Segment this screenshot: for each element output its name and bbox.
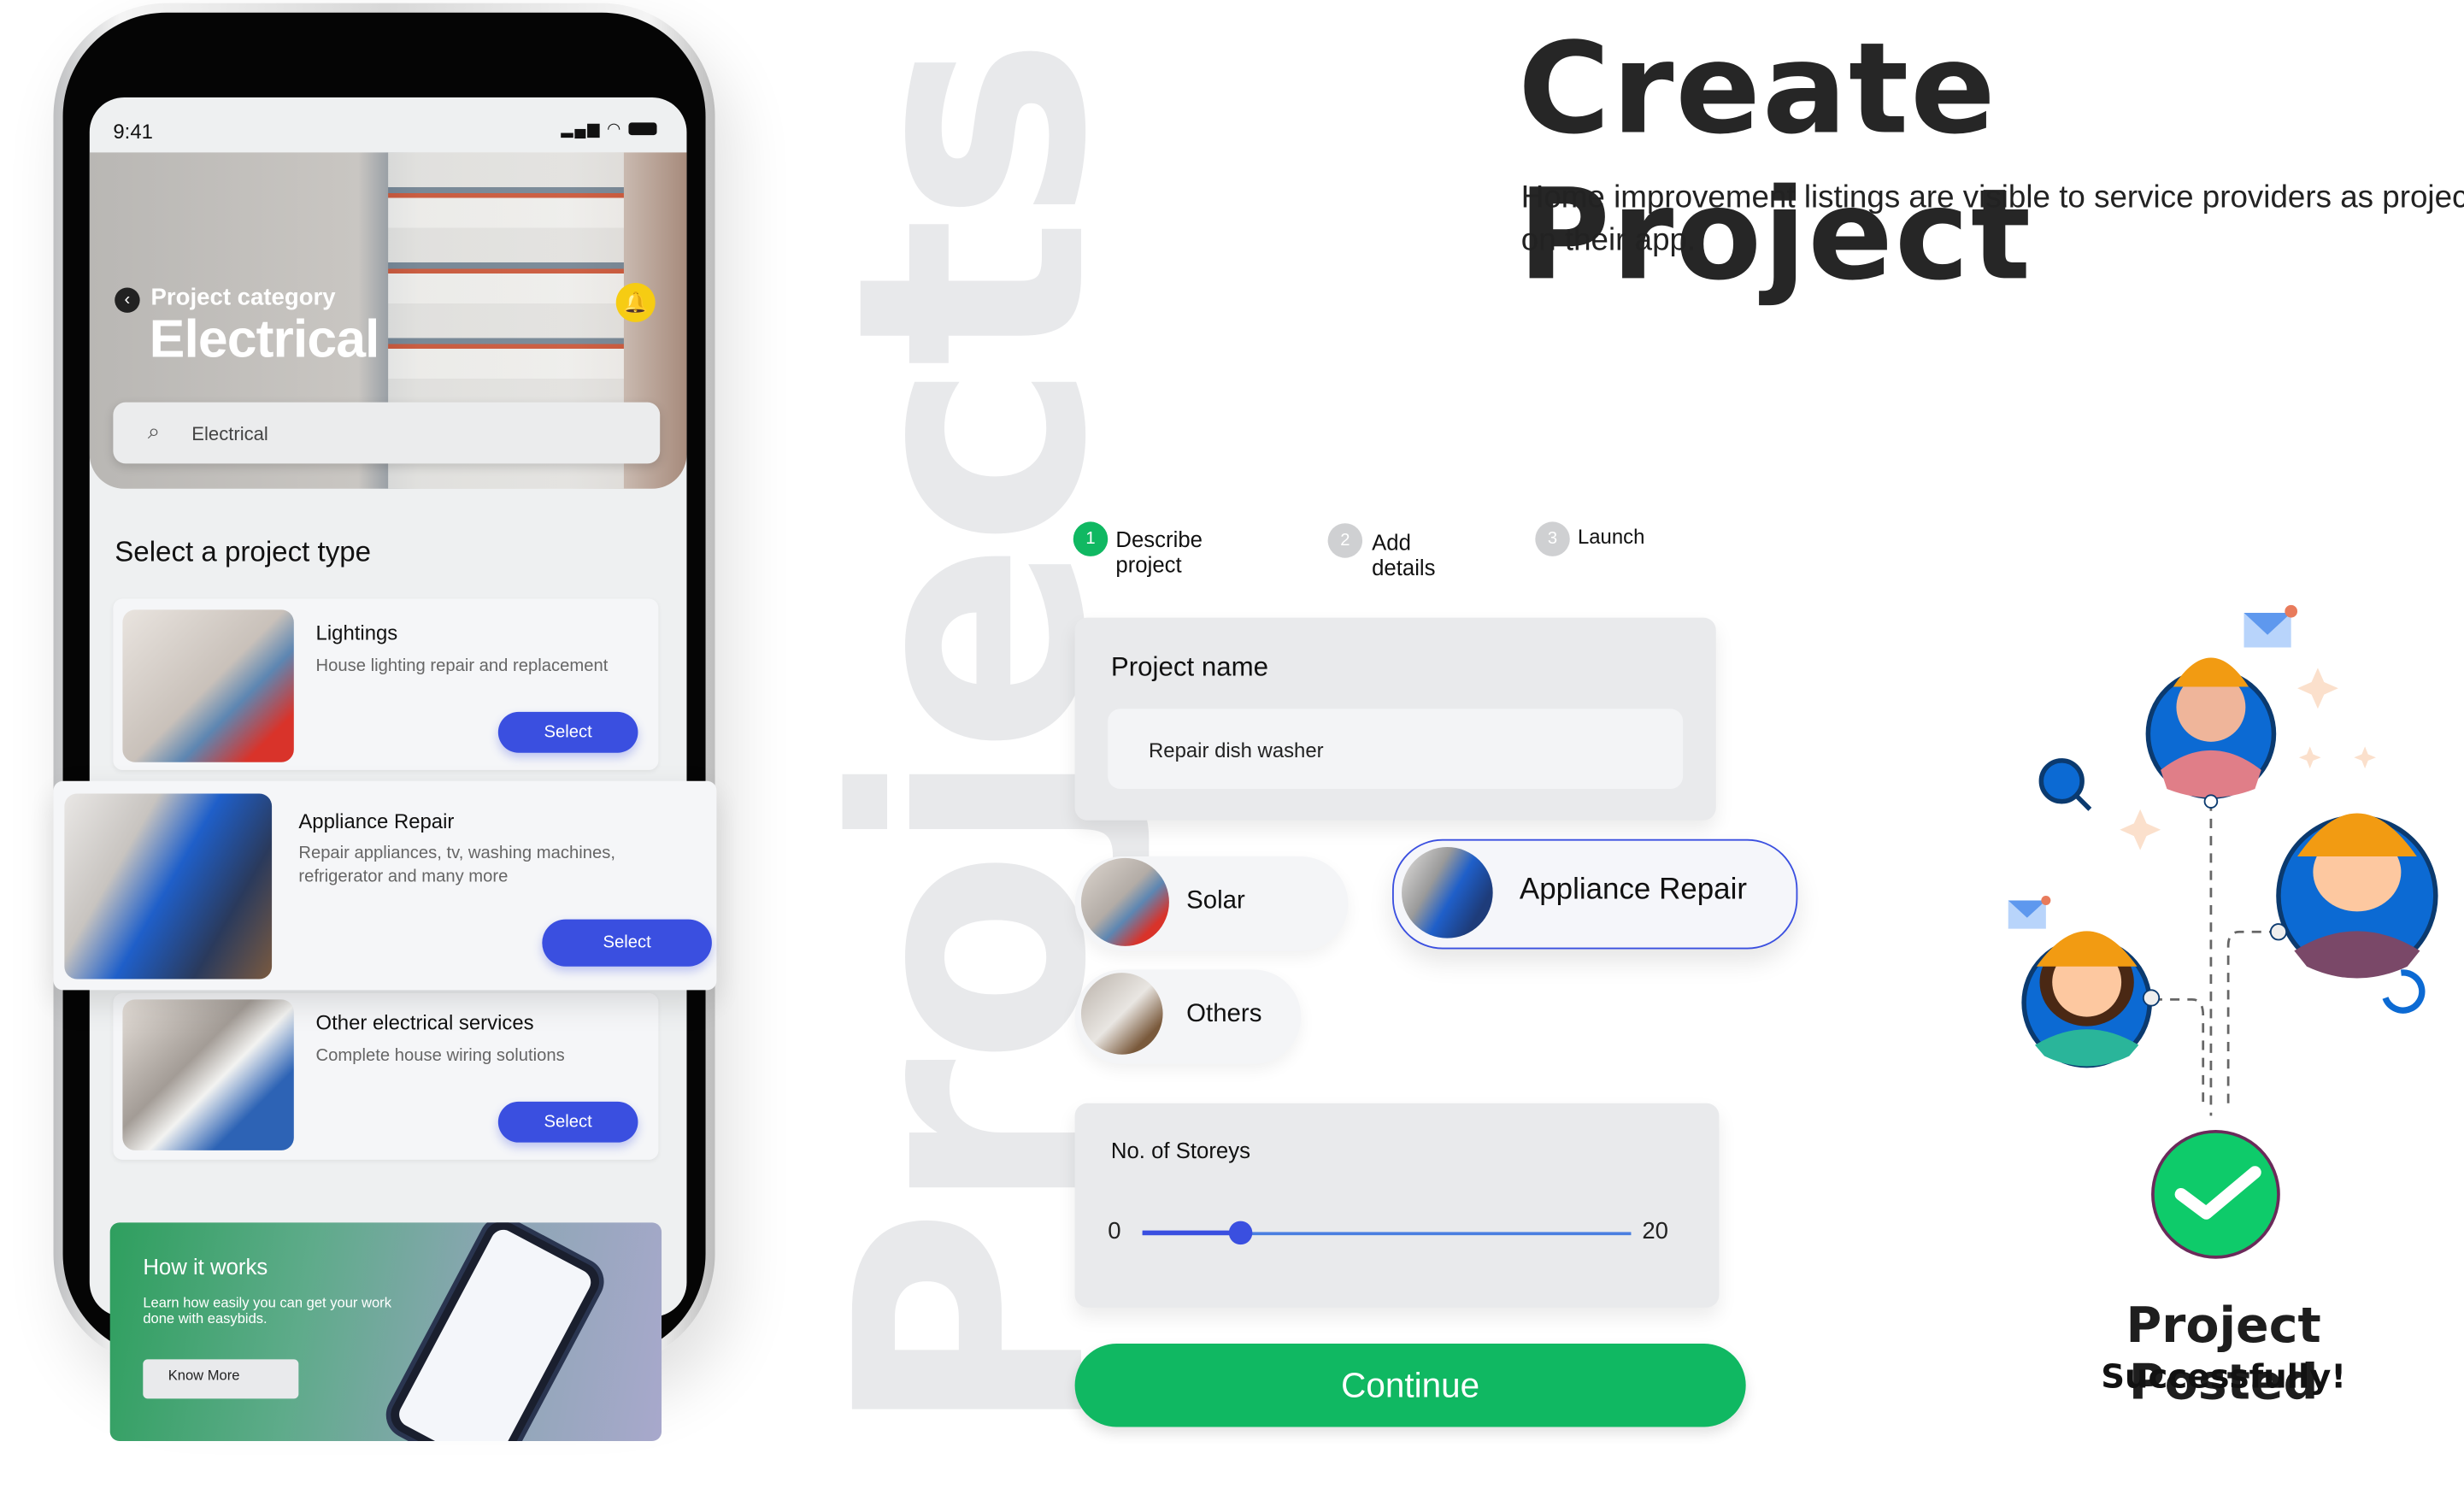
category-label: Others	[1186, 1001, 1262, 1028]
project-name-value: Repair dish washer	[1149, 738, 1324, 762]
project-type-card-selected[interactable]: Appliance Repair Repair appliances, tv, …	[53, 780, 717, 991]
storeys-slider-track[interactable]	[1142, 1221, 1632, 1245]
phone-in-hand-photo	[384, 1222, 606, 1441]
appliance-avatar	[1402, 847, 1493, 938]
how-it-works-banner: How it works Learn how easily you can ge…	[109, 1222, 662, 1441]
step-number: 2	[1327, 523, 1363, 558]
wifi-icon: ◠	[607, 121, 623, 138]
battery-icon	[628, 123, 657, 136]
card-description: Repair appliances, tv, washing machines,…	[298, 844, 615, 886]
category-label: Solar	[1186, 887, 1245, 915]
category-others[interactable]: Others	[1074, 969, 1302, 1064]
solar-avatar	[1080, 857, 1169, 946]
storeys-slider-thumb[interactable]	[1229, 1221, 1253, 1245]
category-name: Electrical	[149, 309, 380, 370]
phone-screen: 9:41 ▂▄▆ ◠ ‹ Project category Electrical…	[89, 97, 687, 1317]
category-label: Appliance Repair	[1519, 874, 1747, 907]
project-name-card: Project name Repair dish washer	[1074, 617, 1716, 821]
page-subtitle: Home improvement listings are visible to…	[1520, 180, 2464, 258]
continue-button[interactable]: Continue	[1074, 1344, 1746, 1427]
select-button[interactable]: Select	[542, 919, 712, 967]
step-label: Launch	[1577, 525, 1645, 549]
step-number: 1	[1073, 521, 1109, 556]
project-name-input[interactable]: Repair dish washer	[1108, 709, 1684, 789]
card-title: Appliance Repair	[298, 809, 455, 833]
step-label: Add details	[1372, 529, 1436, 580]
status-time: 9:41	[113, 119, 153, 144]
project-name-label: Project name	[1110, 652, 1269, 682]
others-avatar	[1080, 973, 1163, 1055]
know-more-button[interactable]: Know More	[143, 1359, 299, 1399]
worker-avatar-left	[2021, 931, 2161, 1068]
success-subtitle: Successfully!	[2101, 1357, 2347, 1396]
storeys-max: 20	[1642, 1217, 1669, 1245]
mail-icon	[2008, 896, 2051, 929]
worker-avatar-top	[2145, 657, 2277, 809]
appliance-repair-photo	[64, 793, 273, 980]
providers-illustration	[2008, 604, 2438, 1259]
signal-icon: ▂▄▆	[561, 121, 602, 138]
how-text: Learn how easily you can get your work d…	[143, 1295, 391, 1327]
mail-icon	[2243, 604, 2298, 648]
phone-mockup: 9:41 ▂▄▆ ◠ ‹ Project category Electrical…	[53, 3, 715, 1368]
status-icons: ▂▄▆ ◠	[561, 121, 657, 138]
back-icon[interactable]: ‹	[115, 287, 140, 313]
search-icon: ⌕	[147, 418, 161, 444]
step-label: Describe project	[1115, 526, 1203, 577]
card-title: Lightings	[315, 621, 398, 644]
page-title: Create Project	[1518, 15, 2033, 309]
bell-icon[interactable]: 🔔	[615, 282, 656, 322]
check-circle-icon	[2151, 1129, 2280, 1259]
connector-lines	[2152, 801, 2279, 1116]
category-appliance-repair[interactable]: Appliance Repair	[1391, 838, 1798, 950]
section-title: Select a project type	[115, 535, 372, 568]
category-label: Project category	[150, 284, 336, 312]
card-description: House lighting repair and replacement	[315, 656, 609, 676]
storeys-slider-fill	[1142, 1230, 1241, 1236]
hero-banner: ‹ Project category Electrical 🔔 ⌕ Electr…	[89, 152, 687, 489]
storeys-label: No. of Storeys	[1110, 1138, 1250, 1163]
search-input[interactable]: ⌕ Electrical	[113, 402, 661, 464]
worker-avatar-right	[2269, 813, 2438, 1014]
step-number: 3	[1535, 521, 1570, 556]
category-solar[interactable]: Solar	[1074, 856, 1349, 951]
storeys-card: No. of Storeys 0 20	[1074, 1103, 1720, 1308]
magnifier-icon	[2038, 758, 2092, 811]
search-value: Electrical	[191, 422, 268, 445]
storeys-min: 0	[1108, 1217, 1121, 1245]
how-title: How it works	[143, 1254, 268, 1280]
